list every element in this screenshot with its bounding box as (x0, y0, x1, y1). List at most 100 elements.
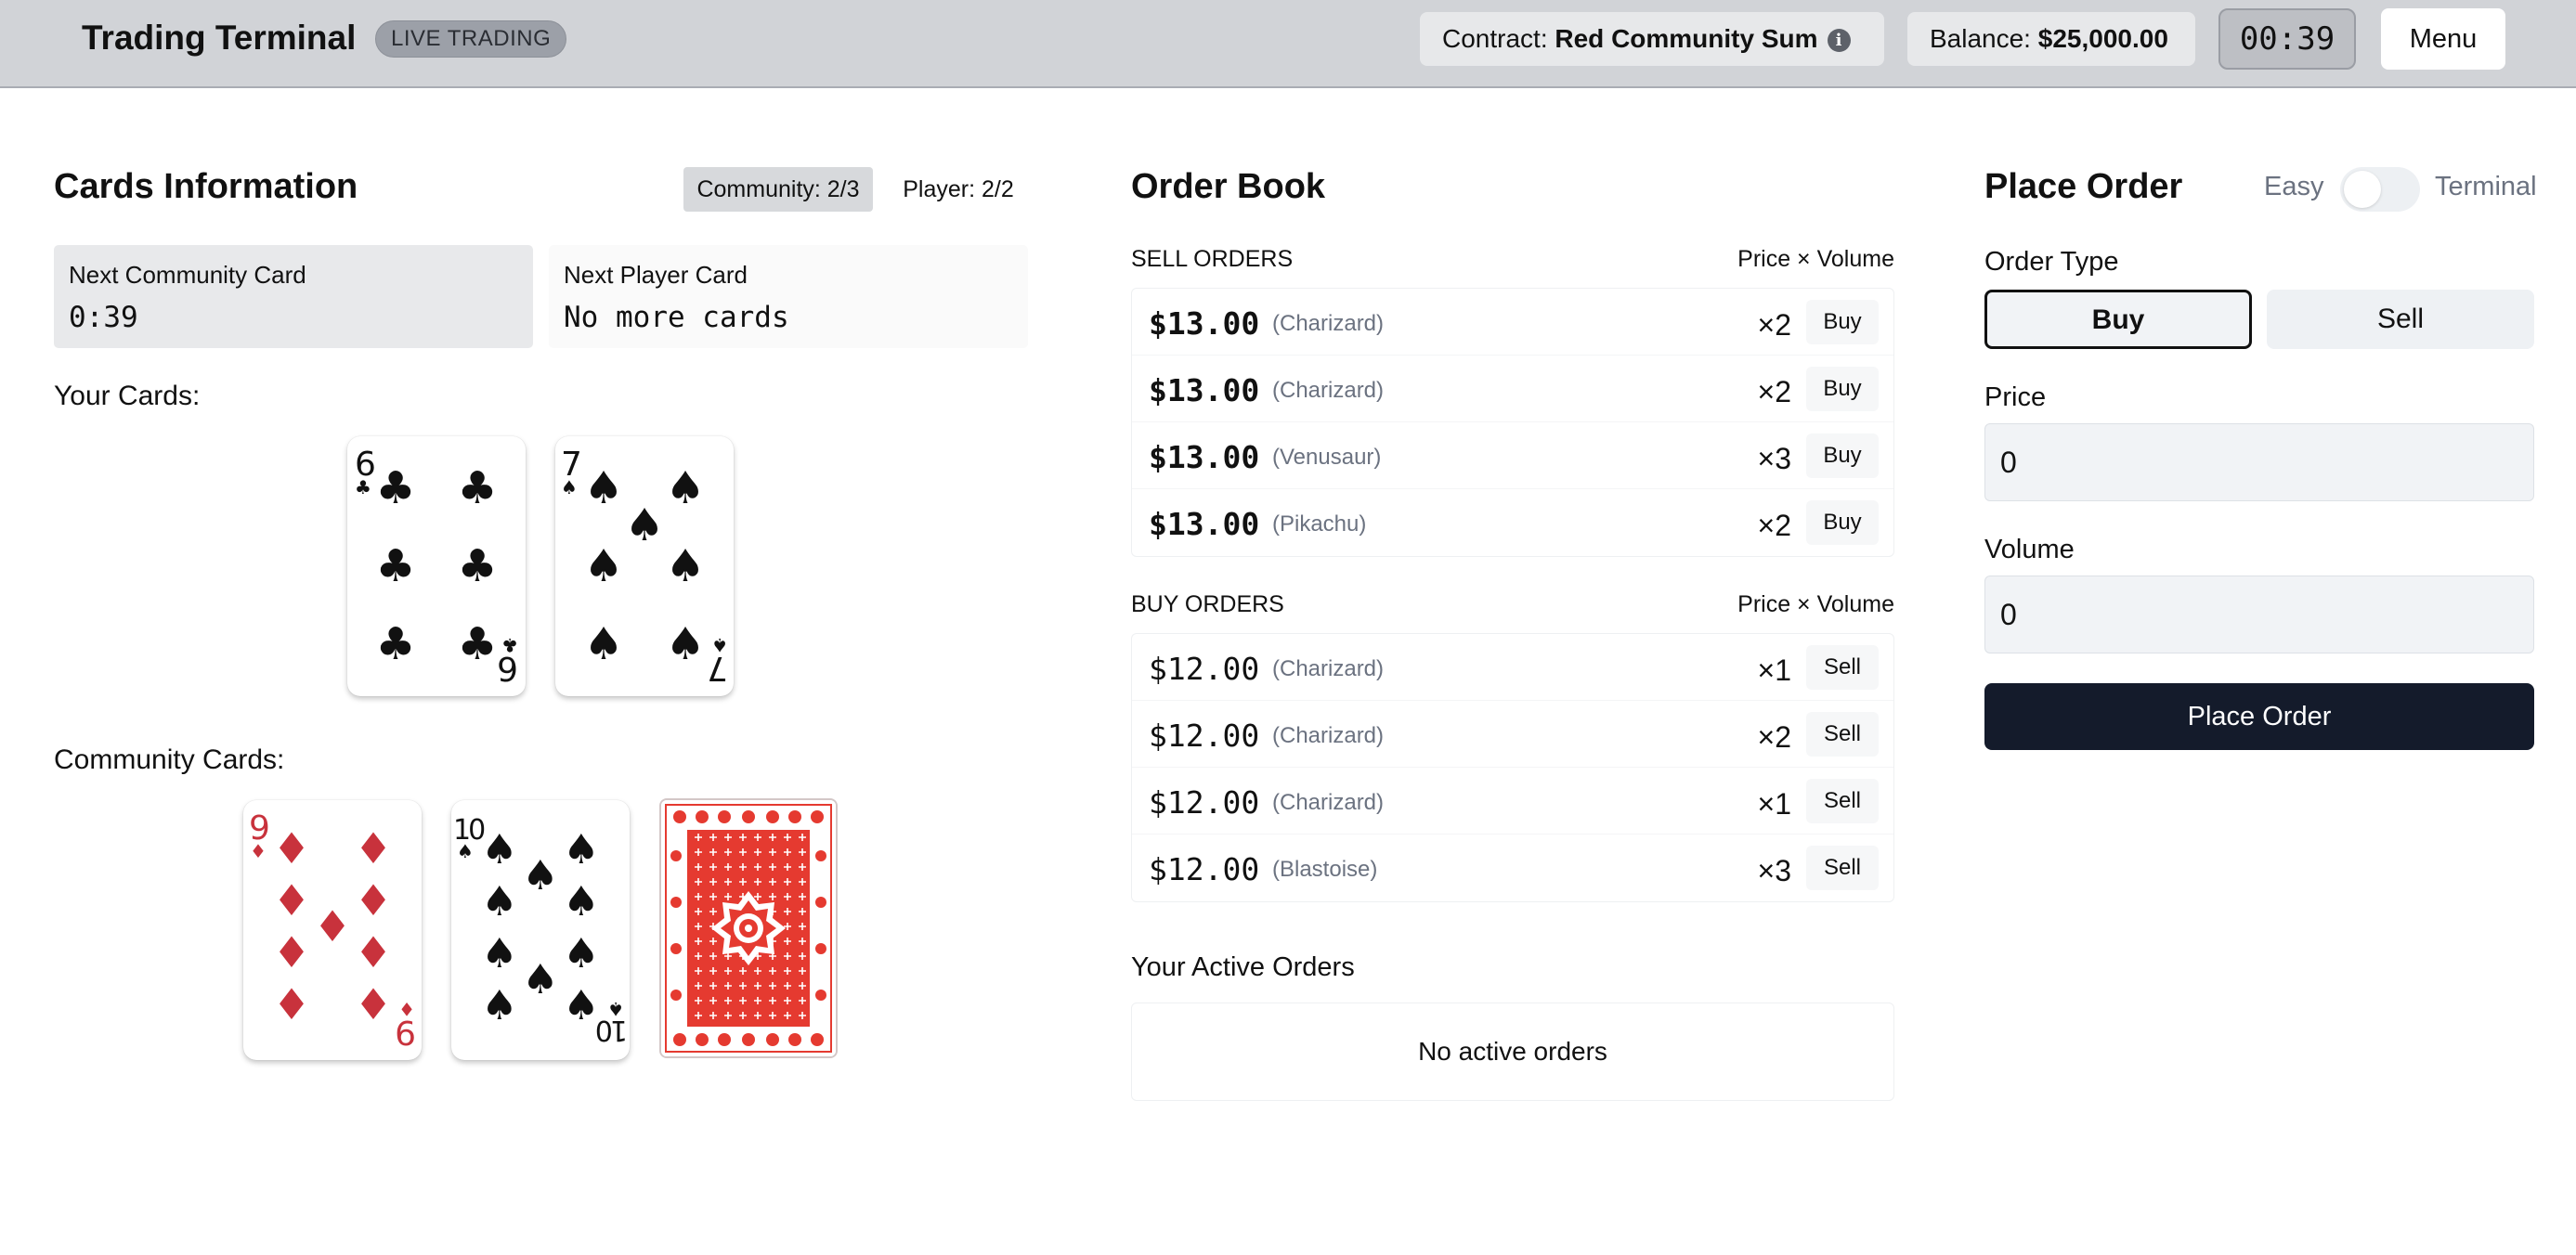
community-cards-label: Community Cards: (54, 744, 285, 775)
order-name: (Pikachu) (1272, 511, 1367, 537)
svg-text:♣: ♣ (457, 462, 497, 514)
order-type-label: Order Type (1984, 247, 2119, 277)
your-cards-label: Your Cards: (54, 381, 201, 411)
buy-order-row: $12.00 (Blastoise) ×3 Sell (1132, 835, 1893, 901)
sell-order-row: $13.00 (Charizard) ×2 Buy (1132, 356, 1893, 422)
svg-text:♠: ♠ (522, 852, 558, 899)
svg-text:♦: ♦ (272, 823, 310, 873)
community-count-tab[interactable]: Community: 2/3 (683, 167, 873, 212)
order-price: $13.00 (1149, 305, 1260, 342)
svg-text:♠: ♠ (481, 878, 517, 925)
svg-text:♠: ♠ (561, 476, 578, 498)
svg-text:♠: ♠ (563, 878, 599, 925)
card-corner-bottom: 9 ♦ (395, 998, 416, 1051)
order-name: (Venusaur) (1272, 445, 1382, 470)
active-orders-title: Your Active Orders (1131, 952, 1355, 982)
svg-text:♠: ♠ (583, 540, 623, 592)
order-volume: ×2 (1757, 375, 1791, 408)
card-corner-bottom: 10 ♠ (596, 998, 628, 1046)
info-icon[interactable]: i (1827, 29, 1851, 53)
player-count-tab[interactable]: Player: 2/2 (888, 167, 1029, 212)
buy-orders-header: BUY ORDERS Price × Volume (1131, 591, 1894, 618)
order-type-buy-button[interactable]: Buy (1984, 290, 2252, 349)
contract-value: Red Community Sum (1555, 24, 1818, 53)
card-corner-top: 7 ♠ (561, 446, 582, 498)
svg-text:♣: ♣ (375, 618, 415, 670)
order-price: $12.00 (1149, 851, 1260, 887)
buy-button[interactable]: Buy (1806, 500, 1879, 545)
community-card-9-diamonds: 9 ♦ ♦ ♦ ♦ ♦ ♦ ♦ ♦ ♦ ♦ 9 ♦ (243, 800, 422, 1060)
svg-text:♣: ♣ (501, 634, 518, 656)
mode-easy-label[interactable]: Easy (2264, 172, 2323, 202)
svg-text:♠: ♠ (481, 982, 517, 1029)
svg-text:♣: ♣ (375, 540, 415, 592)
svg-text:♠: ♠ (481, 930, 517, 977)
order-name: (Charizard) (1272, 378, 1385, 403)
mode-toggle[interactable] (2340, 167, 2420, 212)
order-price: $12.00 (1149, 651, 1260, 687)
svg-text:♦: ♦ (398, 998, 415, 1020)
order-name: (Blastoise) (1272, 857, 1378, 882)
buy-order-row: $12.00 (Charizard) ×2 Sell (1132, 701, 1893, 768)
sell-button[interactable]: Sell (1806, 779, 1879, 823)
order-price: $12.00 (1149, 784, 1260, 821)
sell-orders-header: SELL ORDERS Price × Volume (1131, 246, 1894, 273)
order-price: $12.00 (1149, 718, 1260, 754)
mode-terminal-label[interactable]: Terminal (2435, 172, 2537, 202)
next-player-card-label: Next Player Card (564, 261, 748, 289)
svg-text:♠: ♠ (522, 956, 558, 1003)
sell-button[interactable]: Sell (1806, 712, 1879, 757)
svg-text:♠: ♠ (624, 499, 664, 551)
sell-button[interactable]: Sell (1806, 846, 1879, 890)
contract-pill: Contract: Red Community Sum i (1420, 12, 1884, 66)
round-timer: 00:39 (2218, 8, 2356, 70)
svg-text:♣: ♣ (457, 540, 497, 592)
svg-text:♦: ♦ (354, 979, 392, 1029)
svg-text:♠: ♠ (583, 618, 623, 670)
spades-pips: ♠ ♠ ♠ ♠ ♠ ♠ ♠ ♠ ♠ ♠ (481, 826, 599, 1029)
buy-button[interactable]: Buy (1806, 367, 1879, 411)
svg-text:♠: ♠ (583, 462, 623, 514)
toggle-knob (2344, 171, 2381, 208)
order-volume: ×2 (1757, 509, 1791, 542)
volume-input[interactable] (1984, 576, 2534, 653)
place-order-button[interactable]: Place Order (1984, 683, 2534, 750)
svg-text:♠: ♠ (481, 826, 517, 873)
buy-orders-label: BUY ORDERS (1131, 591, 1284, 617)
card-corner-top: 9 ♦ (249, 809, 270, 862)
top-bar: Trading Terminal LIVE TRADING Contract: … (0, 0, 2576, 88)
cards-information-title: Cards Information (54, 167, 358, 206)
diamonds-pips: ♦ ♦ ♦ ♦ ♦ ♦ ♦ ♦ ♦ (272, 823, 392, 1029)
svg-text:♠: ♠ (457, 840, 474, 862)
svg-text:♠: ♠ (711, 634, 728, 656)
card-back-medallion (711, 891, 786, 965)
svg-text:♦: ♦ (354, 875, 392, 925)
community-card-10-spades: 10 ♠ ♠ ♠ ♠ ♠ ♠ ♠ ♠ ♠ ♠ ♠ 10 ♠ (451, 800, 630, 1060)
next-community-card-box: Next Community Card 0:39 (54, 245, 533, 348)
price-volume-label: Price × Volume (1737, 591, 1894, 617)
order-volume: ×2 (1757, 720, 1791, 754)
svg-text:♦: ♦ (250, 840, 267, 862)
order-volume: ×3 (1757, 442, 1791, 475)
sell-order-row: $13.00 (Charizard) ×2 Buy (1132, 289, 1893, 356)
sell-orders-label: SELL ORDERS (1131, 246, 1294, 272)
price-volume-label: Price × Volume (1737, 246, 1894, 272)
price-input[interactable] (1984, 423, 2534, 501)
svg-text:♦: ♦ (354, 927, 392, 977)
svg-text:♣: ♣ (355, 476, 371, 498)
order-volume: ×1 (1757, 653, 1791, 687)
svg-text:♠: ♠ (665, 540, 705, 592)
app-title: Trading Terminal (82, 19, 357, 57)
next-community-card-value: 0:39 (69, 301, 138, 334)
order-type-sell-button[interactable]: Sell (2267, 290, 2534, 349)
buy-orders-list: $12.00 (Charizard) ×1 Sell $12.00 (Chari… (1131, 633, 1894, 902)
menu-button[interactable]: Menu (2381, 8, 2505, 70)
svg-text:♦: ♦ (313, 901, 351, 951)
svg-text:♣: ♣ (457, 618, 497, 670)
buy-button[interactable]: Buy (1806, 433, 1879, 478)
player-card-7-spades: 7 ♠ ♠ ♠ ♠ ♠ ♠ ♠ ♠ 7 ♠ (555, 436, 734, 696)
balance-value: $25,000.00 (2037, 24, 2168, 53)
card-corner-bottom: 6 ♣ (497, 634, 518, 687)
sell-button[interactable]: Sell (1806, 645, 1879, 690)
buy-button[interactable]: Buy (1806, 300, 1879, 344)
